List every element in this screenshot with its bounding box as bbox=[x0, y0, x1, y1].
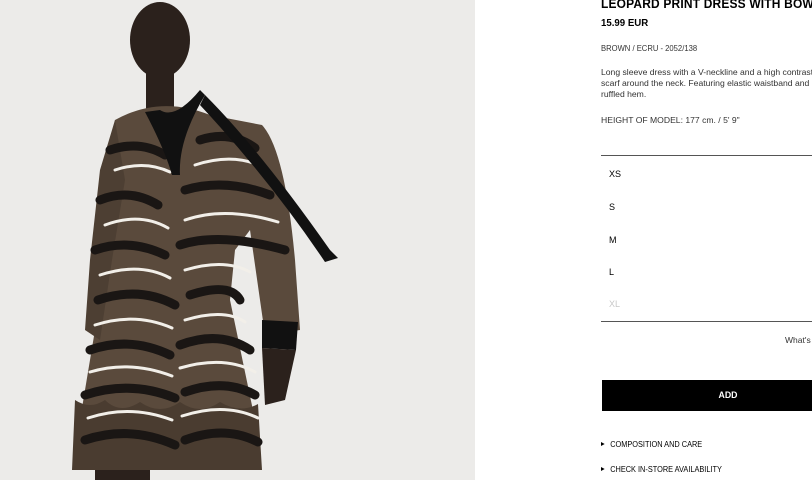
size-label: L bbox=[609, 267, 615, 277]
size-selector: XS S M L XL bbox=[601, 155, 812, 322]
check-store-availability-link[interactable]: CHECK IN-STORE AVAILABILITY bbox=[601, 465, 722, 474]
size-label: XL bbox=[609, 299, 621, 309]
size-option-xl[interactable]: XL bbox=[601, 288, 812, 321]
size-guide-link[interactable]: What's my size? bbox=[785, 335, 812, 345]
store-availability-label: CHECK IN-STORE AVAILABILITY bbox=[610, 465, 722, 474]
composition-label: COMPOSITION AND CARE bbox=[610, 440, 703, 449]
model-illustration bbox=[72, 2, 338, 480]
product-description: Long sleeve dress with a V-neckline and … bbox=[601, 67, 812, 99]
size-option-l[interactable]: L bbox=[601, 256, 812, 289]
size-label: S bbox=[609, 202, 616, 212]
composition-and-care-link[interactable]: COMPOSITION AND CARE bbox=[601, 440, 702, 449]
caret-right-icon bbox=[601, 466, 605, 471]
size-option-xs[interactable]: XS bbox=[601, 158, 812, 191]
size-option-s[interactable]: S bbox=[601, 191, 812, 224]
size-label: XS bbox=[609, 169, 622, 179]
caret-right-icon bbox=[601, 441, 605, 446]
add-to-cart-button[interactable]: ADD bbox=[602, 380, 812, 411]
add-button-label: ADD bbox=[718, 390, 738, 401]
model-height: HEIGHT OF MODEL: 177 cm. / 5' 9" bbox=[601, 115, 740, 125]
product-color-reference: BROWN / ECRU - 2052/138 bbox=[601, 43, 698, 53]
size-option-m[interactable]: M bbox=[601, 224, 812, 257]
product-photo[interactable] bbox=[0, 0, 475, 480]
product-title: LEOPARD PRINT DRESS WITH BOW bbox=[601, 0, 812, 11]
product-price: 15.99 EUR bbox=[601, 17, 649, 29]
size-label: M bbox=[609, 235, 617, 245]
